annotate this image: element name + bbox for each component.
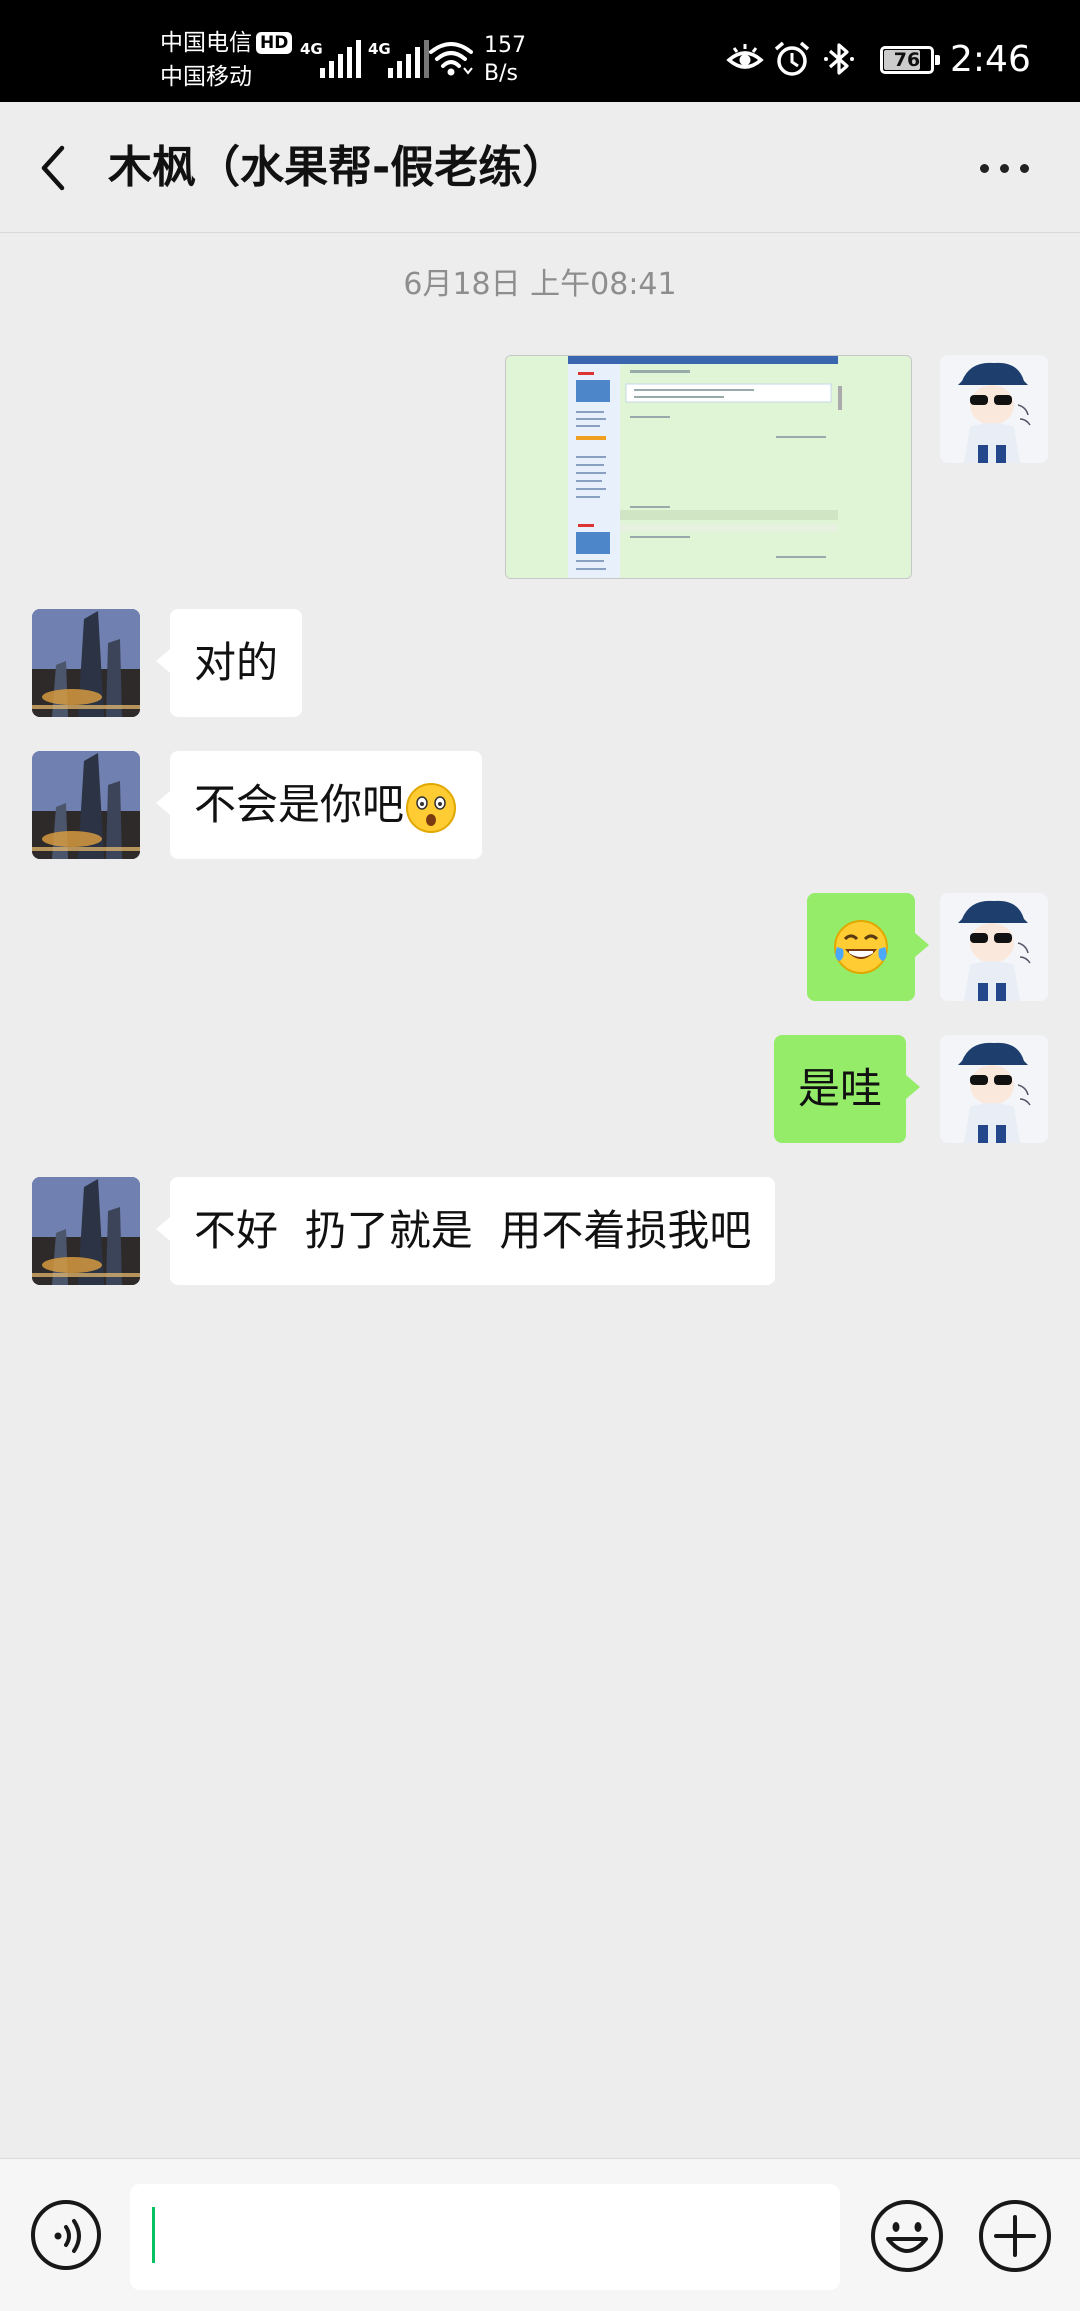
carrier-1-label: 中国电信 — [160, 30, 252, 56]
avatar-me[interactable] — [940, 355, 1048, 463]
bluetooth-icon — [824, 43, 854, 75]
alarm-icon — [774, 41, 810, 76]
carrier-2: 中国移动 — [160, 64, 252, 90]
message-bubble-incoming[interactable]: 不会是你吧 — [155, 751, 483, 859]
chat-header: 木枫（水果帮-假老练） — [0, 102, 1080, 233]
carrier-1: 中国电信 HD — [160, 28, 293, 58]
chevron-left-icon[interactable] — [30, 138, 80, 198]
tears-of-joy-emoji — [834, 920, 888, 974]
avatar-me[interactable] — [940, 1035, 1048, 1143]
eye-icon — [726, 44, 764, 69]
avatar-contact[interactable] — [32, 751, 140, 859]
message-timestamp: 6月18日 上午08:41 — [403, 267, 677, 302]
more-dots-icon[interactable] — [970, 142, 1040, 192]
image-message[interactable] — [505, 355, 912, 579]
message-bubble-outgoing[interactable]: 是哇 — [774, 1035, 921, 1143]
message-bubble-incoming[interactable]: 对的 — [155, 609, 303, 717]
input-bar — [0, 2158, 1080, 2311]
battery-icon: 76 — [880, 46, 940, 74]
clock: 2:46 — [950, 39, 1031, 80]
avatar-me[interactable] — [940, 893, 1048, 1001]
avatar-contact[interactable] — [32, 1177, 140, 1285]
astonished-face-emoji — [406, 782, 457, 833]
speed-value: 157 — [484, 33, 526, 58]
message-bubble-incoming[interactable]: 不好 扔了就是 用不着损我吧 — [155, 1177, 776, 1285]
message-bubble-outgoing[interactable] — [807, 893, 929, 1001]
emoji-icon[interactable] — [870, 2199, 944, 2273]
forum-screenshot-image — [506, 356, 911, 578]
chat-title: 木枫（水果帮-假老练） — [108, 142, 567, 193]
voice-icon[interactable] — [30, 2199, 102, 2271]
message-input[interactable] — [130, 2184, 840, 2290]
hd-badge: HD — [256, 32, 293, 54]
avatar-contact[interactable] — [32, 609, 140, 717]
text-caret — [152, 2207, 155, 2263]
status-bar: 中国电信 HD 中国移动 4G 4G 157 B/s 76 2:46 — [0, 0, 1080, 102]
wifi-icon — [429, 42, 473, 76]
network-speed: 157 B/s — [484, 32, 526, 88]
battery-level: 76 — [893, 49, 921, 71]
message-text: 不会是你吧 — [194, 780, 405, 829]
plus-icon[interactable] — [978, 2199, 1052, 2273]
speed-unit: B/s — [484, 61, 518, 86]
